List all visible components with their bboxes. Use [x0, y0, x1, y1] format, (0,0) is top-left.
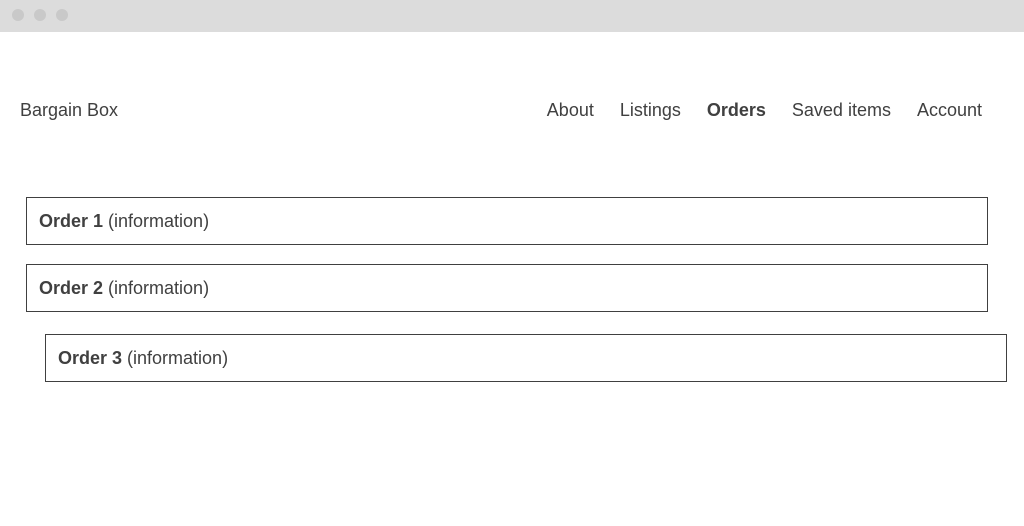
window-maximize-dot-icon[interactable] — [56, 9, 68, 21]
order-title: Order 3 — [58, 347, 123, 368]
nav-item-account[interactable]: Account — [917, 99, 982, 121]
window-title-bar — [0, 0, 1024, 32]
nav-item-about[interactable]: About — [547, 99, 594, 121]
nav-item-listings[interactable]: Listings — [620, 99, 681, 121]
brand-logo-text[interactable]: Bargain Box — [20, 99, 118, 121]
order-title: Order 1 — [39, 210, 104, 231]
nav-item-orders[interactable]: Orders — [707, 99, 766, 121]
order-card-1[interactable]: Order 1 (information) — [26, 197, 988, 245]
window-minimize-dot-icon[interactable] — [34, 9, 46, 21]
order-card-3[interactable]: Order 3 (information) — [45, 334, 1007, 382]
main-navigation: About Listings Orders Saved items Accoun… — [547, 99, 982, 121]
nav-item-saved-items[interactable]: Saved items — [792, 99, 891, 121]
order-title: Order 2 — [39, 277, 104, 298]
window-close-dot-icon[interactable] — [12, 9, 24, 21]
order-info: (information) — [127, 347, 229, 368]
order-card-2[interactable]: Order 2 (information) — [26, 264, 988, 312]
order-info: (information) — [108, 277, 210, 298]
order-info: (information) — [108, 210, 210, 231]
